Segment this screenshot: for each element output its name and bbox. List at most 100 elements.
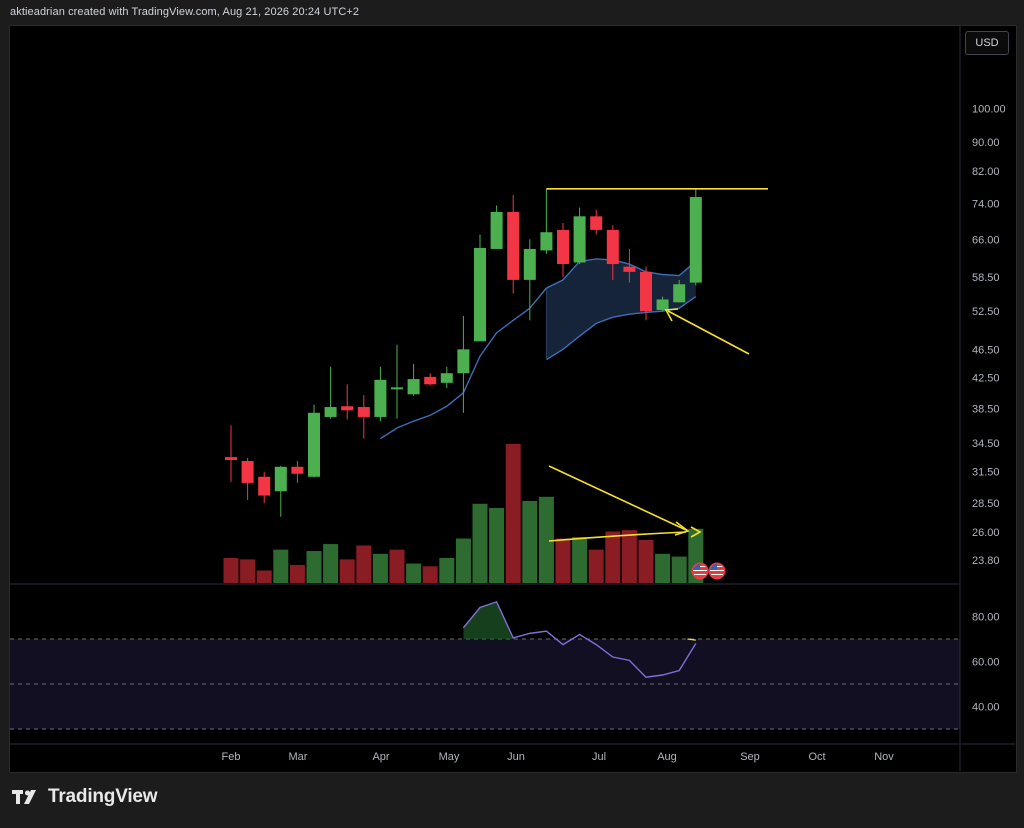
price-axis-tick: 90.00 xyxy=(972,137,1000,149)
footer-brand: TradingView xyxy=(12,786,158,808)
candle-body[interactable] xyxy=(507,211,520,280)
candle-body[interactable] xyxy=(258,476,271,496)
volume-bar xyxy=(306,551,322,583)
time-axis-tick: Oct xyxy=(808,751,825,763)
price-axis-tick: 100.00 xyxy=(972,104,1006,116)
candle-body[interactable] xyxy=(490,211,503,249)
volume-bar xyxy=(588,549,604,583)
candle-body[interactable] xyxy=(474,247,486,342)
price-axis-tick: 38.50 xyxy=(972,404,1000,416)
candle-body[interactable] xyxy=(341,406,354,411)
flag-stripe xyxy=(710,574,724,575)
candle-body[interactable] xyxy=(357,407,370,417)
price-axis-tick: 28.50 xyxy=(972,498,1000,510)
price-axis-tick: 26.00 xyxy=(972,527,1000,539)
flag-stripe xyxy=(693,570,707,571)
volume-bar xyxy=(655,553,671,583)
volume-bar xyxy=(522,500,538,583)
candle-body[interactable] xyxy=(308,412,320,477)
time-axis-tick: Jul xyxy=(592,751,606,763)
time-axis-tick: Jun xyxy=(507,751,525,763)
volume-bar xyxy=(555,538,571,583)
candle-body[interactable] xyxy=(673,284,686,303)
price-axis-tick: 46.50 xyxy=(972,344,1000,356)
flag-stripe xyxy=(710,570,724,571)
time-axis-tick: Apr xyxy=(372,751,389,763)
volume-bar xyxy=(356,545,372,583)
currency-button[interactable]: USD xyxy=(965,31,1009,55)
candle-body[interactable] xyxy=(689,197,702,283)
candle-body[interactable] xyxy=(225,457,237,460)
footer-brand-label: TradingView xyxy=(48,786,158,807)
candle-body[interactable] xyxy=(656,299,669,310)
price-axis-tick: 23.80 xyxy=(972,555,1000,567)
volume-bar xyxy=(455,538,471,583)
tradingview-logo-icon xyxy=(12,790,36,804)
candle-body[interactable] xyxy=(523,248,536,280)
price-axis-tick: 42.50 xyxy=(972,373,1000,385)
candle-body[interactable] xyxy=(407,379,420,395)
candle-body[interactable] xyxy=(606,229,619,265)
volume-bar xyxy=(289,564,305,583)
candle-body[interactable] xyxy=(457,349,470,374)
candle-body[interactable] xyxy=(590,216,603,230)
time-axis-tick: Mar xyxy=(289,751,308,763)
flag-stripe xyxy=(710,572,724,573)
volume-bar xyxy=(223,557,239,583)
candle-body[interactable] xyxy=(623,266,636,272)
candle-body[interactable] xyxy=(540,232,553,251)
volume-trend-arrow-line[interactable] xyxy=(548,465,687,531)
time-axis-tick: Aug xyxy=(657,751,677,763)
candle-body[interactable] xyxy=(324,407,337,417)
candle-body[interactable] xyxy=(424,376,437,385)
candle-body[interactable] xyxy=(241,460,254,483)
volume-bar xyxy=(372,553,388,583)
rsi-axis-tick: 40.00 xyxy=(972,702,1000,714)
price-axis-tick: 52.50 xyxy=(972,306,1000,318)
candle-body[interactable] xyxy=(291,466,304,474)
support-arrow-line[interactable] xyxy=(667,310,750,355)
us-flag-event-icon[interactable] xyxy=(691,562,709,580)
us-flag-event-icon[interactable] xyxy=(708,562,726,580)
volume-bar xyxy=(621,530,637,583)
flag-stripe xyxy=(693,572,707,573)
candle-body[interactable] xyxy=(440,373,453,383)
volume-bar xyxy=(605,531,621,583)
price-axis-tick: 82.00 xyxy=(972,166,1000,178)
volume-bar xyxy=(240,559,256,583)
time-axis-tick: May xyxy=(439,751,460,763)
time-axis-tick: Nov xyxy=(874,751,894,763)
candle-body[interactable] xyxy=(557,229,569,265)
chart-canvas[interactable]: 100.00 90.00 82.00 74.00 66.00 58.50 52.50 46.5… xyxy=(0,0,1024,828)
time-axis-tick: Feb xyxy=(222,751,241,763)
price-axis-tick: 58.50 xyxy=(972,272,1000,284)
time-axis-tick: Sep xyxy=(740,751,760,763)
candle-body[interactable] xyxy=(640,271,652,312)
candle-body[interactable] xyxy=(274,466,287,492)
price-axis-tick: 66.00 xyxy=(972,234,1000,246)
flag-stripe xyxy=(693,574,707,575)
rsi-axis-tick: 60.00 xyxy=(972,657,1000,669)
volume-bar xyxy=(572,537,588,583)
candle-body[interactable] xyxy=(374,379,387,417)
volume-bar xyxy=(638,539,654,583)
volume-bar xyxy=(389,549,405,583)
rsi-axis-tick: 80.00 xyxy=(972,612,1000,624)
price-axis-tick: 31.50 xyxy=(972,467,1000,479)
price-axis-tick: 34.50 xyxy=(972,438,1000,450)
volume-bar xyxy=(406,563,422,583)
volume-bar xyxy=(671,556,687,583)
volume-bar xyxy=(538,496,554,583)
volume-bar xyxy=(323,544,339,583)
volume-bar xyxy=(439,557,455,583)
volume-bar xyxy=(489,507,505,583)
volume-bar xyxy=(505,444,521,583)
volume-bar xyxy=(273,549,289,583)
candle-body[interactable] xyxy=(391,387,403,390)
candle-body[interactable] xyxy=(573,216,586,263)
volume-bar xyxy=(339,559,355,583)
volume-bar xyxy=(472,503,488,583)
volume-bar xyxy=(422,566,438,583)
volume-bar xyxy=(256,570,272,583)
price-axis-tick: 74.00 xyxy=(972,198,1000,210)
